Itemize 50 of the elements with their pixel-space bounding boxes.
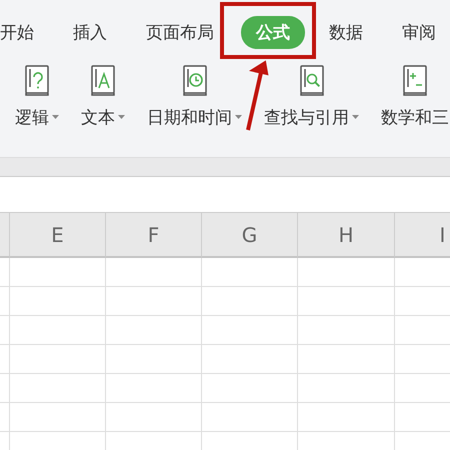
table-cell[interactable] bbox=[0, 345, 10, 374]
table-cell[interactable] bbox=[298, 345, 395, 374]
function-category-menu[interactable]: 日期和时间 bbox=[147, 106, 242, 129]
table-cell[interactable] bbox=[10, 403, 106, 432]
column-header[interactable]: F bbox=[106, 213, 202, 258]
table-cell[interactable] bbox=[298, 403, 395, 432]
table-cell[interactable] bbox=[202, 403, 298, 432]
table-cell[interactable] bbox=[298, 374, 395, 403]
function-category-menu[interactable]: 文本 bbox=[81, 106, 125, 129]
table-cell[interactable] bbox=[106, 287, 202, 316]
column-header[interactable]: H bbox=[298, 213, 395, 258]
caret-icon[interactable] bbox=[118, 115, 125, 120]
ribbon-tab[interactable]: 插入 bbox=[73, 20, 107, 44]
table-cell[interactable] bbox=[202, 258, 298, 287]
column-header[interactable]: E bbox=[10, 213, 106, 258]
table-cell[interactable] bbox=[202, 316, 298, 345]
table-cell[interactable] bbox=[202, 345, 298, 374]
ribbon-tab[interactable]: 开始 bbox=[0, 20, 34, 44]
table-cell[interactable] bbox=[106, 403, 202, 432]
table-cell[interactable] bbox=[106, 345, 202, 374]
table-cell[interactable] bbox=[10, 287, 106, 316]
caret-icon[interactable] bbox=[235, 115, 242, 120]
table-cell[interactable] bbox=[202, 374, 298, 403]
function-category-menu[interactable]: 查找与引用 bbox=[264, 106, 359, 129]
table-cell[interactable] bbox=[298, 287, 395, 316]
ribbon-tab[interactable]: 页面布局 bbox=[146, 20, 214, 44]
table-cell[interactable] bbox=[202, 287, 298, 316]
ribbon-tab[interactable]: 数据 bbox=[329, 20, 363, 44]
function-category-menu[interactable]: 逻辑 bbox=[15, 106, 59, 129]
column-header[interactable] bbox=[0, 213, 10, 258]
table-cell[interactable] bbox=[10, 316, 106, 345]
table-cell[interactable] bbox=[10, 258, 106, 287]
table-cell[interactable] bbox=[106, 316, 202, 345]
table-cell[interactable] bbox=[0, 403, 10, 432]
caret-icon[interactable] bbox=[352, 115, 359, 120]
ribbon-tab[interactable]: 审阅 bbox=[402, 20, 436, 44]
table-cell[interactable] bbox=[10, 374, 106, 403]
table-cell[interactable] bbox=[106, 258, 202, 287]
column-header[interactable]: G bbox=[202, 213, 298, 258]
table-cell[interactable] bbox=[0, 374, 10, 403]
function-category-menu[interactable]: 数学和三 bbox=[381, 106, 449, 129]
table-cell[interactable] bbox=[0, 258, 10, 287]
table-cell[interactable] bbox=[0, 287, 10, 316]
table-cell[interactable] bbox=[10, 345, 106, 374]
table-cell[interactable] bbox=[106, 374, 202, 403]
table-cell[interactable] bbox=[298, 258, 395, 287]
column-header[interactable]: I bbox=[395, 213, 450, 258]
table-cell[interactable] bbox=[298, 316, 395, 345]
table-cell[interactable] bbox=[0, 316, 10, 345]
caret-icon[interactable] bbox=[52, 115, 59, 120]
